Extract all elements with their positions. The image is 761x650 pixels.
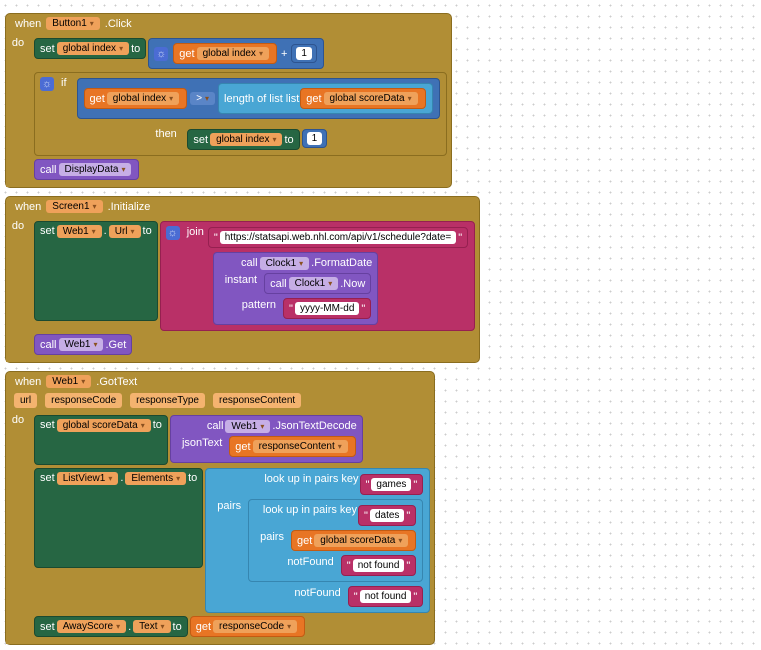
- param-responsetype[interactable]: responseType: [130, 393, 205, 408]
- get-global-scoredata[interactable]: getglobal scoreData: [300, 88, 425, 109]
- param-responsecode[interactable]: responseCode: [45, 393, 122, 408]
- compare-gt[interactable]: getglobal index > length of list list ge…: [77, 78, 440, 119]
- call-web1-get[interactable]: callWeb1.Get: [34, 334, 132, 355]
- call-displaydata[interactable]: call DisplayData: [34, 159, 139, 180]
- op-gt[interactable]: >: [190, 92, 215, 105]
- gear-icon[interactable]: [154, 47, 168, 61]
- get-global-index[interactable]: get global index: [173, 43, 277, 64]
- do-label: do: [6, 33, 30, 187]
- get-responsecode[interactable]: getresponseCode: [190, 616, 305, 637]
- set-global-index[interactable]: set global index to: [34, 38, 146, 59]
- text-games[interactable]: " games ": [360, 474, 424, 495]
- math-add[interactable]: get global index + 1: [148, 38, 324, 69]
- call-jsontextdecode[interactable]: callWeb1.JsonTextDecode jsonText getresp…: [170, 415, 363, 463]
- screen1-dropdown[interactable]: Screen1: [46, 200, 102, 213]
- button1-dropdown[interactable]: Button1: [46, 17, 100, 30]
- var-global-index[interactable]: global index: [57, 42, 129, 55]
- text-notfound-inner[interactable]: " not found ": [341, 555, 417, 576]
- call-clock1-now[interactable]: callClock1.Now: [264, 273, 371, 294]
- set-listview1-elements[interactable]: setListView1.Elementsto: [34, 468, 203, 568]
- set-web1-url[interactable]: set Web1 . Url to: [34, 221, 158, 321]
- number-1-then[interactable]: 1: [302, 129, 328, 148]
- gear-icon[interactable]: [166, 226, 180, 240]
- param-url[interactable]: url: [14, 393, 37, 408]
- set-global-index-then[interactable]: setglobal indexto: [187, 129, 299, 150]
- web1-gottext-handler[interactable]: when Web1 .GotText url responseCode resp…: [5, 371, 761, 645]
- length-of-list[interactable]: length of list list getglobal scoreData: [218, 83, 433, 114]
- gear-icon[interactable]: [40, 77, 54, 91]
- text-dates[interactable]: " dates ": [358, 505, 416, 526]
- if-block[interactable]: if getglobal index > length of list list…: [34, 72, 447, 156]
- join-block[interactable]: join " https://statsapi.web.nhl.com/api/…: [160, 221, 475, 331]
- lookup-pairs-inner[interactable]: look up in pairs key " dates " pairs get…: [248, 499, 423, 582]
- lookup-pairs-outer[interactable]: look up in pairs key " games " pairs loo…: [205, 468, 430, 613]
- param-responsecontent[interactable]: responseContent: [213, 393, 301, 408]
- when-label: when: [15, 18, 41, 30]
- text-date-pattern[interactable]: " yyyy-MM-dd ": [283, 298, 371, 319]
- click-label: .Click: [105, 18, 132, 30]
- get-responsecontent[interactable]: getresponseContent: [229, 436, 355, 457]
- set-global-scoredata[interactable]: setglobal scoreDatato: [34, 415, 168, 465]
- get-global-index[interactable]: getglobal index: [84, 88, 188, 109]
- set-awayscore-text[interactable]: setAwayScore.Textto: [34, 616, 188, 637]
- get-global-scoredata-inner[interactable]: getglobal scoreData: [291, 530, 416, 551]
- number-1[interactable]: 1: [291, 44, 317, 63]
- text-api-url[interactable]: " https://statsapi.web.nhl.com/api/v1/sc…: [208, 227, 468, 248]
- screen1-initialize-handler[interactable]: when Screen1 .Initialize do set Web1 . U…: [5, 196, 761, 363]
- call-clock1-formatdate[interactable]: callClock1.FormatDate instant callClock1…: [213, 252, 379, 325]
- text-notfound-outer[interactable]: " not found ": [348, 586, 424, 607]
- button1-click-handler[interactable]: when Button1 .Click do set global index …: [5, 13, 761, 188]
- displaydata-dropdown[interactable]: DisplayData: [59, 163, 132, 176]
